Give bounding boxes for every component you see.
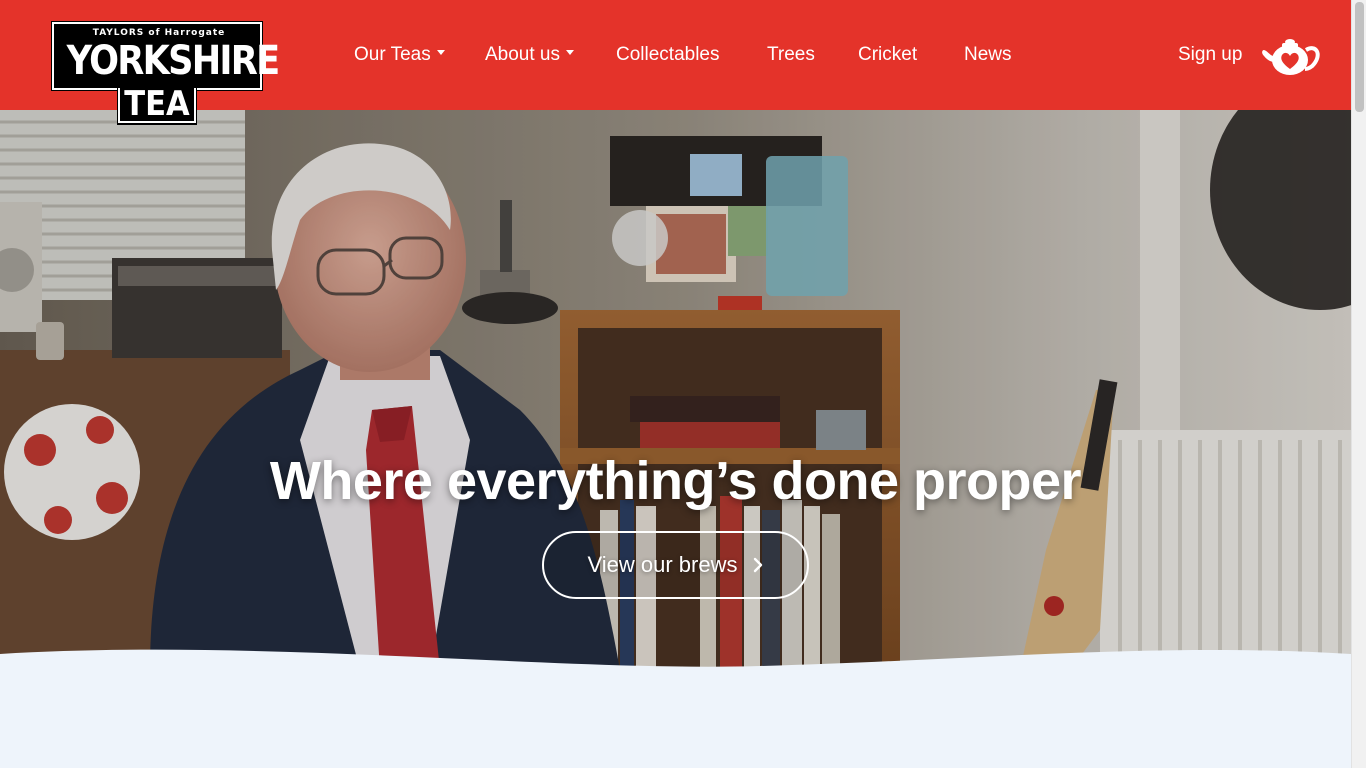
hero-title: Where everything’s done proper — [269, 451, 1082, 511]
page-content-area — [0, 670, 1351, 768]
page-scrollbar[interactable] — [1351, 0, 1366, 768]
hero-button-label: View our brews — [587, 552, 738, 577]
yorkshire-tea-logo[interactable]: TAYLORS of Harrogate YORKSHIRE TEA — [52, 22, 281, 124]
nav-item-collectables[interactable]: Collectables — [616, 43, 720, 67]
teapot-heart-icon[interactable] — [1260, 36, 1322, 78]
site-header: TAYLORS of Harrogate YORKSHIRE TEA Our T… — [0, 0, 1351, 124]
logo-top-panel: TAYLORS of Harrogate YORKSHIRE — [52, 22, 281, 90]
nav-item-cricket[interactable]: Cricket — [858, 43, 917, 67]
logo-yorkshire-text: YORKSHIRE — [66, 38, 281, 84]
nav-item-label: Cricket — [858, 44, 918, 65]
nav-item-label: Our Teas — [354, 44, 431, 65]
chevron-right-icon — [753, 557, 762, 573]
nav-item-label: About us — [485, 44, 560, 65]
hero-banner: Where everything’s done proper View our … — [0, 110, 1351, 670]
caret-down-icon — [436, 50, 445, 56]
nav-item-label: News — [964, 44, 1012, 65]
caret-down-icon — [566, 50, 574, 56]
signup-link[interactable]: Sign up — [1178, 43, 1242, 67]
nav-item-our-teas[interactable]: Our Teas — [354, 43, 445, 67]
nav-item-label: Trees — [767, 44, 815, 65]
nav-item-label: Collectables — [616, 44, 720, 65]
scrollbar-thumb[interactable] — [1355, 2, 1364, 112]
view-our-brews-button[interactable]: View our brews — [542, 531, 809, 599]
nav-item-trees[interactable]: Trees — [767, 43, 815, 67]
nav-item-news[interactable]: News — [964, 43, 1012, 67]
logo-tea-text: TEA — [124, 84, 190, 124]
nav-item-about-us[interactable]: About us — [485, 43, 574, 67]
